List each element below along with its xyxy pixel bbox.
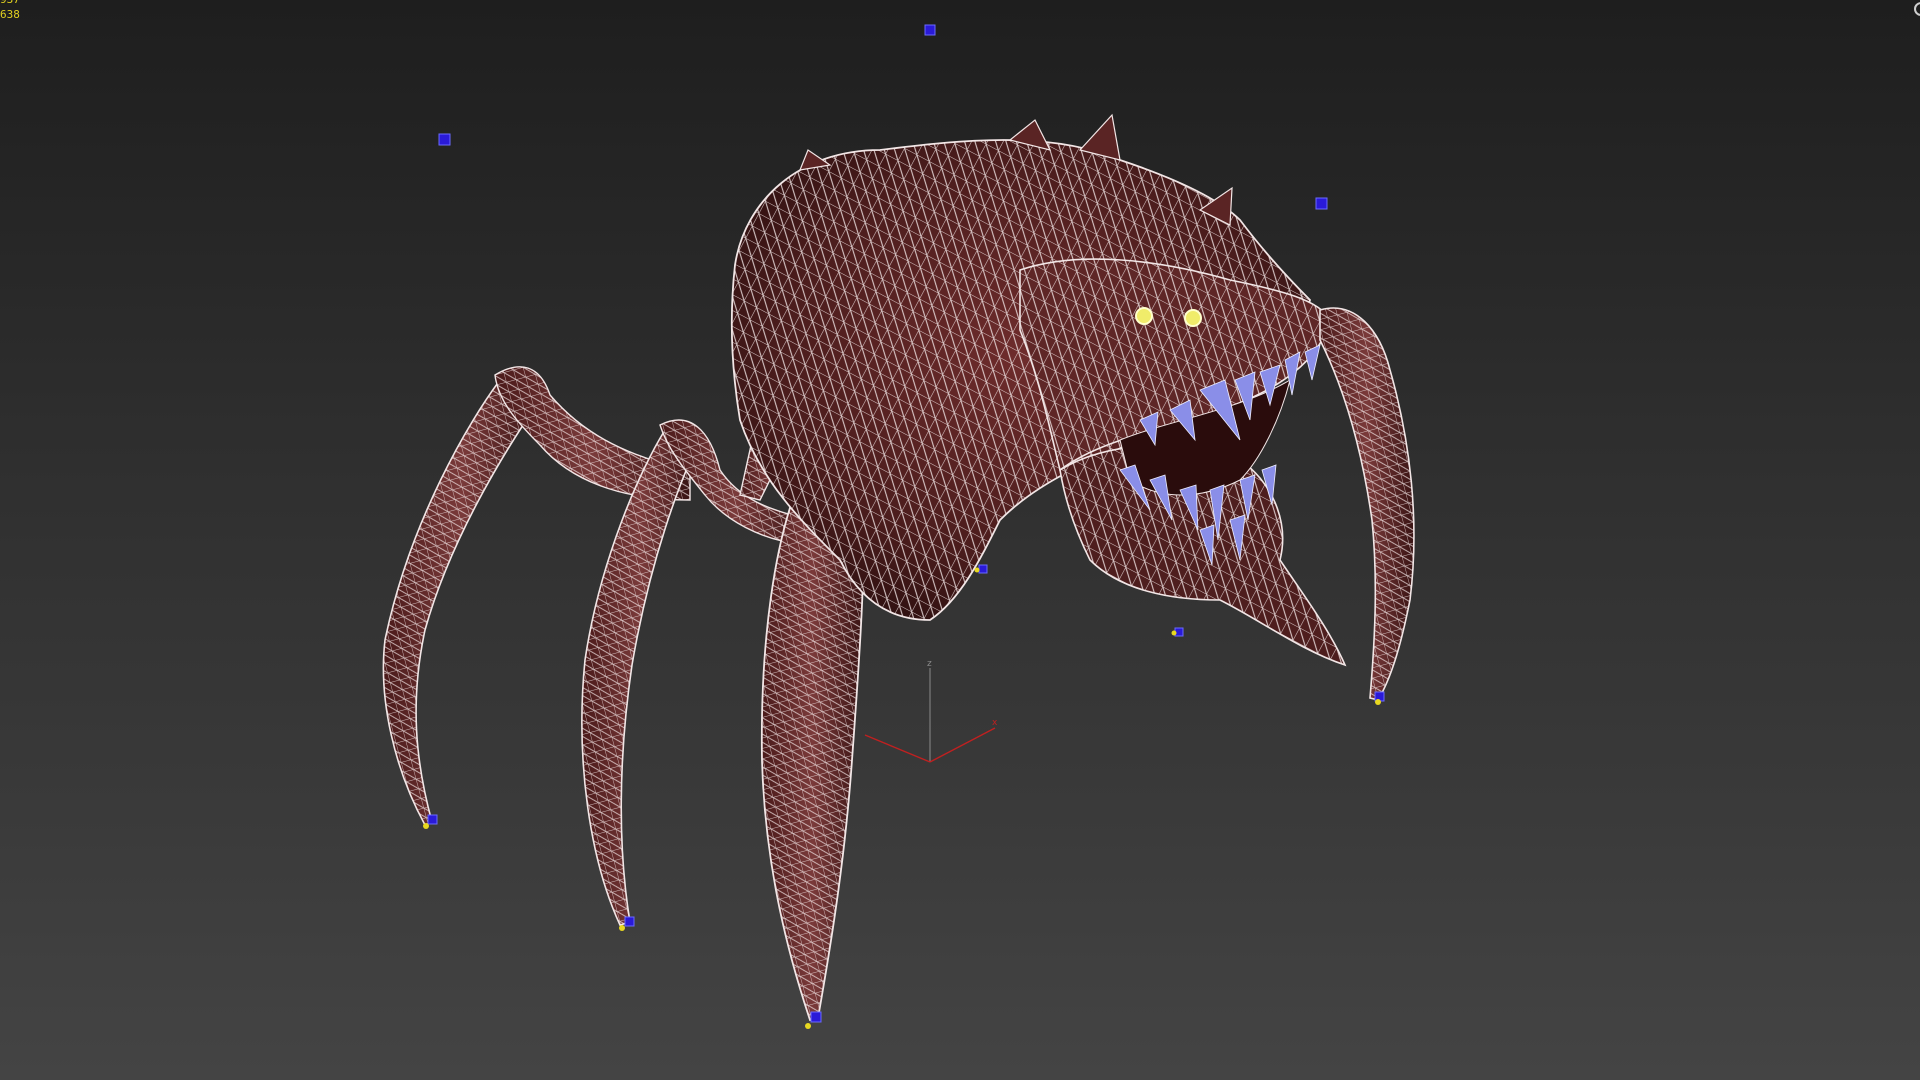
creature-head[interactable] <box>1019 258 1347 667</box>
eye-left <box>1135 307 1153 325</box>
scene-canvas[interactable]: z x <box>0 0 1920 1080</box>
pivot-dot-leg-front-center <box>805 1023 811 1029</box>
pivot-dot-pincer-right <box>1375 699 1381 705</box>
axis-y-line <box>864 734 931 763</box>
helper-box-right[interactable] <box>1315 197 1328 210</box>
pivot-box-leg-mid-left[interactable] <box>624 916 635 927</box>
world-axis-gizmo: z x <box>864 659 998 763</box>
axis-x-line <box>929 727 996 763</box>
pincer-right-wire <box>1320 308 1414 700</box>
pivot-dot-leg-mid-left <box>619 925 625 931</box>
pivot-box-leg-rear[interactable] <box>978 564 988 574</box>
axis-z-label: z <box>927 659 932 669</box>
pivot-dot-leg-far-left <box>423 823 429 829</box>
axis-x-label: x <box>992 718 998 728</box>
pivot-dot-jaw <box>1171 630 1177 636</box>
leg-mid-left-wire <box>581 430 700 925</box>
pivot-box-leg-far-left[interactable] <box>427 814 438 825</box>
foot-pivots <box>423 564 1385 1029</box>
helper-box-top[interactable] <box>924 24 936 36</box>
3d-viewport[interactable]: 937 638 <box>0 0 1920 1080</box>
pivot-box-leg-front-center[interactable] <box>810 1011 822 1023</box>
pincer-right[interactable] <box>1319 307 1415 701</box>
eye-right <box>1184 309 1202 327</box>
leg-far-left-wire <box>383 380 540 825</box>
helper-box-left[interactable] <box>438 133 451 146</box>
pivot-dot-leg-rear <box>974 567 980 573</box>
